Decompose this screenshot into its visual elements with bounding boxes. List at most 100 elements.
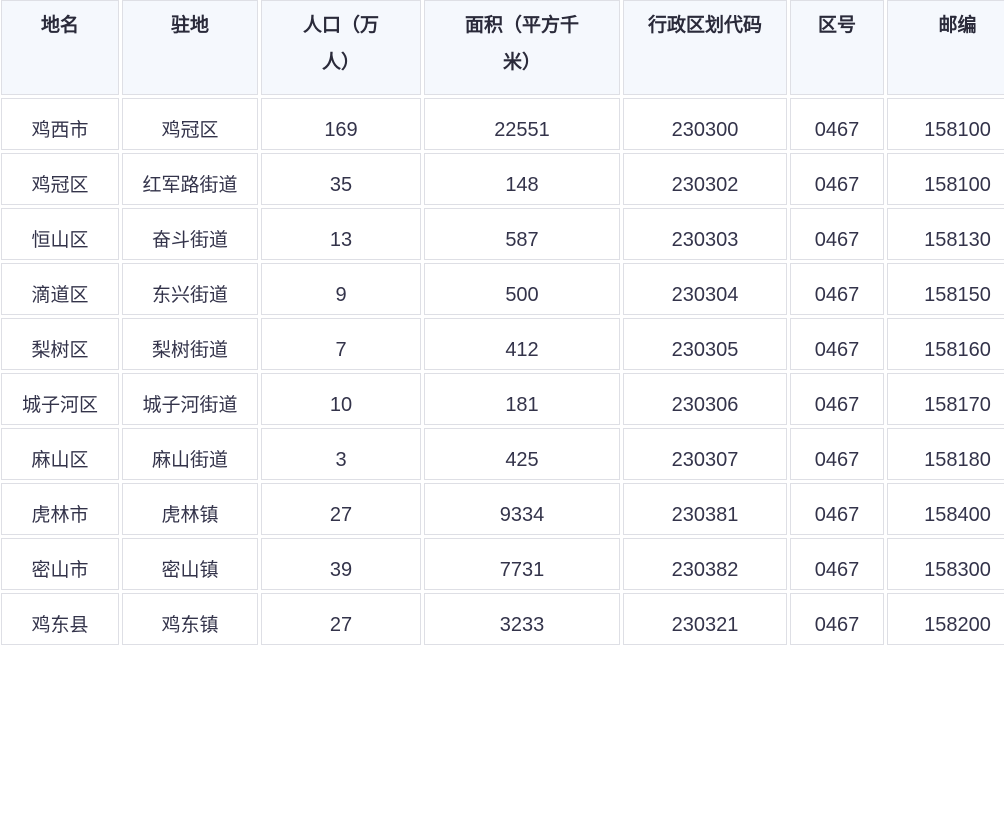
cell-text: 0467 xyxy=(814,284,860,306)
cell-text: 鸡冠区 xyxy=(161,119,219,141)
place-name-cell: 鸡冠区 xyxy=(1,153,119,205)
seat-cell: 麻山街道 xyxy=(122,428,258,480)
table-row: 虎林市 虎林镇 27 9334 230381 0467 158400 xyxy=(1,483,1004,535)
division-code-cell: 230305 xyxy=(623,318,787,370)
cell-text: 10 xyxy=(329,394,353,416)
area-cell: 3233 xyxy=(424,593,620,645)
cell-text: 麻山街道 xyxy=(151,449,228,471)
cell-text: 230307 xyxy=(671,449,739,471)
postal-code-cell: 158160 xyxy=(887,318,1004,370)
cell-text: 27 xyxy=(329,614,353,636)
postal-code-cell: 158170 xyxy=(887,373,1004,425)
cell-text: 鸡东镇 xyxy=(161,614,219,636)
seat-cell: 梨树街道 xyxy=(122,318,258,370)
cell-text: 城子河街道 xyxy=(142,394,238,416)
cell-text: 滴道区 xyxy=(31,284,89,306)
header-seat: 驻地 xyxy=(122,0,258,95)
division-code-cell: 230307 xyxy=(623,428,787,480)
seat-cell: 鸡东镇 xyxy=(122,593,258,645)
header-row: 地名 驻地 人口（万人） 面积（平方千米） 行政区划代码 区号 邮编 xyxy=(1,0,1004,95)
cell-text: 587 xyxy=(505,229,539,251)
division-code-cell: 230382 xyxy=(623,538,787,590)
place-name-cell: 鸡西市 xyxy=(1,98,119,150)
cell-text: 7731 xyxy=(499,559,545,581)
cell-text: 0467 xyxy=(814,174,860,196)
cell-text: 梨树区 xyxy=(31,339,89,361)
division-code-cell: 230303 xyxy=(623,208,787,260)
cell-text: 0467 xyxy=(814,449,860,471)
cell-text: 148 xyxy=(505,174,539,196)
population-cell: 39 xyxy=(261,538,421,590)
postal-code-cell: 158100 xyxy=(887,153,1004,205)
postal-code-cell: 158150 xyxy=(887,263,1004,315)
cell-text: 东兴街道 xyxy=(151,284,228,306)
area-code-cell: 0467 xyxy=(790,593,884,645)
cell-text: 158100 xyxy=(924,174,991,196)
cell-text: 39 xyxy=(329,559,353,581)
cell-text: 9334 xyxy=(499,504,545,526)
cell-text: 158150 xyxy=(924,284,991,306)
seat-cell: 东兴街道 xyxy=(122,263,258,315)
cell-text: 0467 xyxy=(814,559,860,581)
postal-code-cell: 158100 xyxy=(887,98,1004,150)
cell-text: 158130 xyxy=(924,229,991,251)
seat-cell: 鸡冠区 xyxy=(122,98,258,150)
table-row: 城子河区 城子河街道 10 181 230306 0467 158170 xyxy=(1,373,1004,425)
seat-cell: 虎林镇 xyxy=(122,483,258,535)
population-cell: 13 xyxy=(261,208,421,260)
table-row: 鸡冠区 红军路街道 35 148 230302 0467 158100 xyxy=(1,153,1004,205)
area-cell: 587 xyxy=(424,208,620,260)
cell-text: 0467 xyxy=(814,504,860,526)
area-code-cell: 0467 xyxy=(790,428,884,480)
cell-text: 500 xyxy=(505,284,539,306)
area-cell: 22551 xyxy=(424,98,620,150)
cell-text: 3233 xyxy=(499,614,545,636)
cell-text: 230381 xyxy=(671,504,739,526)
cell-text: 0467 xyxy=(814,229,860,251)
population-cell: 10 xyxy=(261,373,421,425)
population-cell: 3 xyxy=(261,428,421,480)
table-row: 梨树区 梨树街道 7 412 230305 0467 158160 xyxy=(1,318,1004,370)
place-name-cell: 密山市 xyxy=(1,538,119,590)
division-code-cell: 230321 xyxy=(623,593,787,645)
cell-text: 0467 xyxy=(814,339,860,361)
area-code-cell: 0467 xyxy=(790,98,884,150)
postal-code-cell: 158300 xyxy=(887,538,1004,590)
header-place-name: 地名 xyxy=(1,0,119,95)
place-name-cell: 麻山区 xyxy=(1,428,119,480)
place-name-cell: 城子河区 xyxy=(1,373,119,425)
postal-code-cell: 158180 xyxy=(887,428,1004,480)
area-cell: 9334 xyxy=(424,483,620,535)
cell-text: 鸡冠区 xyxy=(31,174,89,196)
area-cell: 181 xyxy=(424,373,620,425)
cell-text: 35 xyxy=(329,174,353,196)
cell-text: 230305 xyxy=(671,339,739,361)
division-code-cell: 230300 xyxy=(623,98,787,150)
area-cell: 148 xyxy=(424,153,620,205)
cell-text: 158400 xyxy=(924,504,991,526)
cell-text: 密山市 xyxy=(31,559,89,581)
cell-text: 麻山区 xyxy=(31,449,89,471)
data-table: 地名 驻地 人口（万人） 面积（平方千米） 行政区划代码 区号 邮编 鸡西市鸡冠… xyxy=(0,0,1004,648)
cell-text: 9 xyxy=(335,284,347,306)
area-code-cell: 0467 xyxy=(790,538,884,590)
seat-cell: 红军路街道 xyxy=(122,153,258,205)
cell-text: 230382 xyxy=(671,559,739,581)
place-name-cell: 滴道区 xyxy=(1,263,119,315)
population-cell: 27 xyxy=(261,593,421,645)
cell-text: 158180 xyxy=(924,449,991,471)
cell-text: 7 xyxy=(335,339,347,361)
division-code-cell: 230381 xyxy=(623,483,787,535)
area-cell: 412 xyxy=(424,318,620,370)
area-code-cell: 0467 xyxy=(790,208,884,260)
cell-text: 230321 xyxy=(671,614,739,636)
area-cell: 425 xyxy=(424,428,620,480)
population-cell: 9 xyxy=(261,263,421,315)
cell-text: 27 xyxy=(329,504,353,526)
cell-text: 梨树街道 xyxy=(151,339,228,361)
header-area: 面积（平方千米） xyxy=(424,0,620,95)
seat-cell: 城子河街道 xyxy=(122,373,258,425)
table-row: 鸡东县 鸡东镇 27 3233 230321 0467 158200 xyxy=(1,593,1004,645)
cell-text: 奋斗街道 xyxy=(151,229,228,251)
cell-text: 230300 xyxy=(671,119,739,141)
